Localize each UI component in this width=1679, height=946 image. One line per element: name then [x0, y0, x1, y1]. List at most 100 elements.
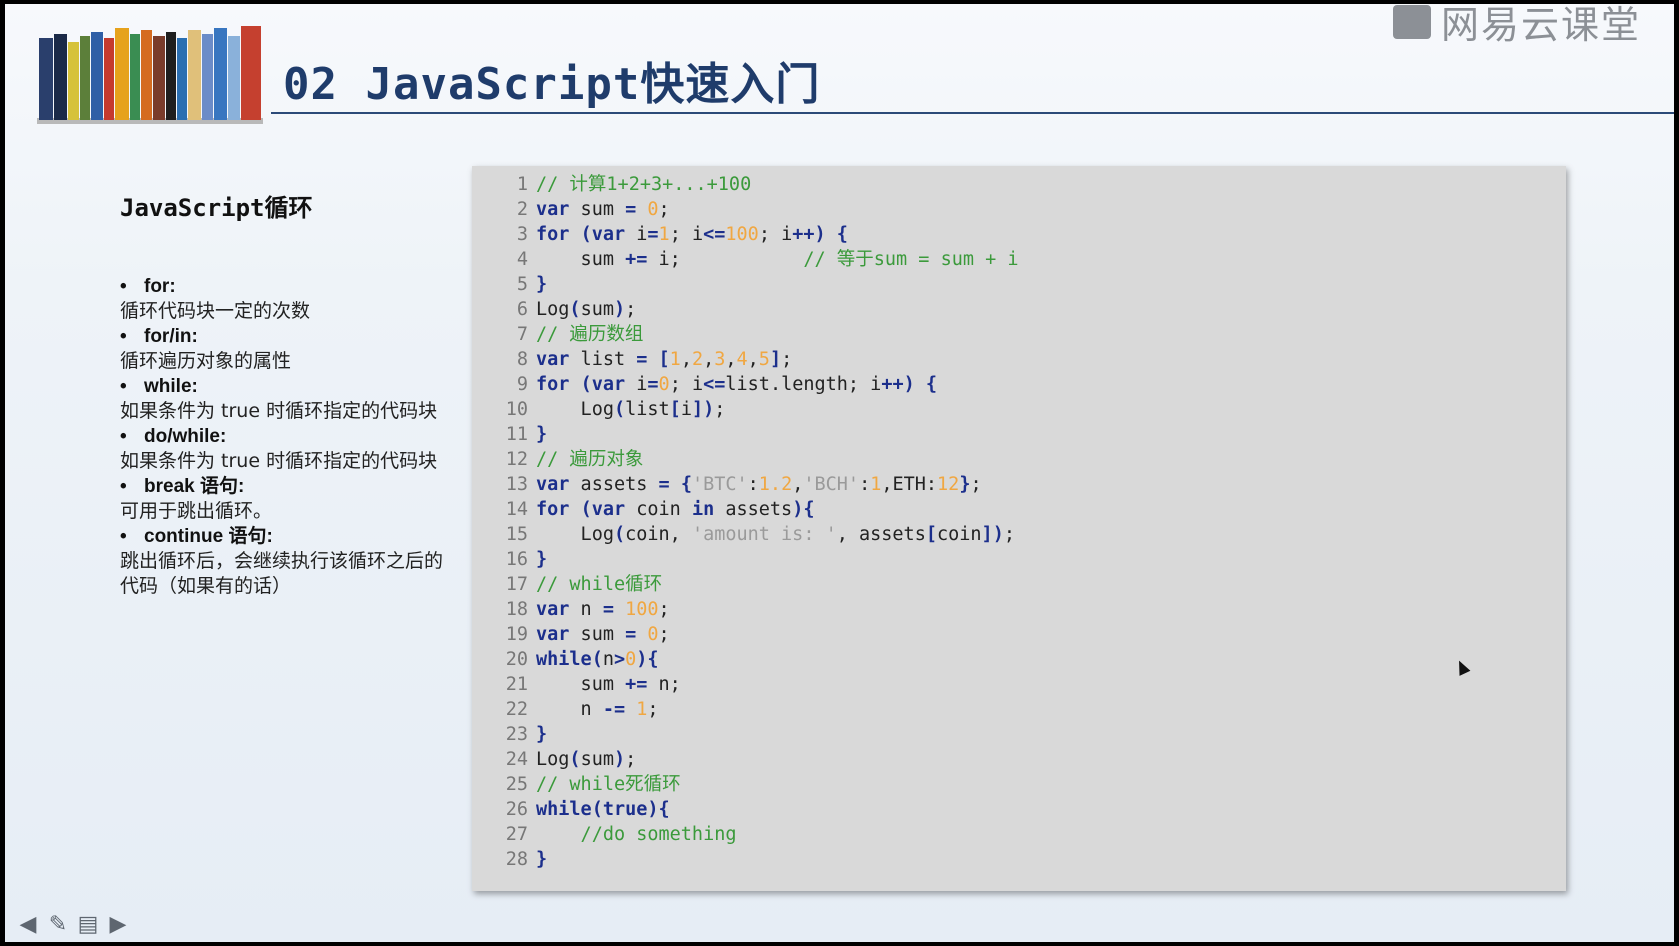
bullet-item: • continue 语句: 跳出循环后，会继续执行该循环之后的代码（如果有的话） — [120, 524, 450, 599]
code-line: 6 Log(sum); — [472, 297, 1566, 322]
code-token: 'amount is: ' — [691, 524, 837, 545]
code-token: sum — [536, 674, 626, 695]
code-token: { — [658, 799, 670, 820]
code-token: ) — [903, 374, 915, 395]
arrow-right-icon[interactable]: ▶ — [105, 914, 131, 936]
code-token: 0 — [647, 199, 659, 220]
bullet-dot-icon: • — [120, 476, 127, 497]
code-token: list — [625, 399, 670, 420]
code-token: ; — [658, 624, 670, 645]
code-line: 28} — [472, 847, 1566, 872]
code-line: 1 // 计算1+2+3+...+100 — [472, 172, 1566, 197]
code-token: = — [625, 199, 637, 220]
code-token: 1.2 — [758, 474, 793, 495]
code-token: Log — [536, 299, 570, 320]
books-logo-image — [37, 26, 263, 124]
code-token: for — [536, 499, 570, 520]
code-token: i — [625, 224, 648, 245]
code-token: ,ETH: — [881, 474, 938, 495]
code-token: <= — [703, 224, 726, 245]
bullet-dot-icon: • — [120, 526, 127, 547]
code-token: { — [647, 649, 659, 670]
code-token: i; — [647, 249, 804, 270]
bullet-heading: • while: — [120, 374, 450, 399]
code-token: coin — [936, 524, 982, 545]
code-token: 3 — [714, 349, 726, 370]
code-line: 7 // 遍历数组 — [472, 322, 1566, 347]
code-line: 9 for (var i=0; i<=list.length; i++) { — [472, 372, 1566, 397]
code-token: 1 — [658, 224, 670, 245]
code-token: sum — [569, 199, 626, 220]
code-token: //do something — [536, 824, 737, 845]
line-number: 26 — [505, 799, 528, 820]
code-token: [ — [658, 349, 670, 370]
code-token: 0 — [658, 374, 670, 395]
video-icon — [1393, 4, 1431, 39]
arrow-left-icon[interactable]: ◀ — [15, 914, 41, 936]
bullet-description: 如果条件为 true 时循环指定的代码块 — [120, 400, 438, 422]
code-token: while — [536, 649, 592, 670]
code-token: , — [725, 349, 737, 370]
code-token: sum — [536, 249, 626, 270]
menu-icon[interactable]: ▤ — [75, 914, 101, 936]
code-token: ; — [1003, 524, 1015, 545]
bullet-dot-icon: • — [120, 376, 127, 397]
code-token: ; — [658, 199, 670, 220]
code-token: ; i — [669, 224, 704, 245]
code-token: Log — [536, 399, 614, 420]
code-line: 22 n -= 1; — [472, 697, 1566, 722]
bullet-dot-icon: • — [120, 426, 127, 447]
line-number: 1 — [516, 174, 528, 195]
code-token: += — [625, 674, 648, 695]
line-number: 22 — [505, 699, 528, 720]
code-token: , assets — [836, 524, 926, 545]
code-token: 5 — [758, 349, 770, 370]
code-token: assets — [714, 499, 793, 520]
code-token: 1 — [870, 474, 882, 495]
code-line: 8 var list = [1,2,3,4,5]; — [472, 347, 1566, 372]
code-token: sum — [580, 299, 614, 320]
code-token: var — [591, 499, 626, 520]
line-number: 20 — [505, 649, 528, 670]
bullet-description: 循环代码块一定的次数 — [120, 300, 311, 322]
line-number: 23 — [505, 724, 528, 745]
code-line: 23} — [472, 722, 1566, 747]
code-token: ) — [647, 799, 659, 820]
code-token: : — [747, 474, 759, 495]
code-token: } — [959, 474, 971, 495]
code-line: 10 Log(list[i]); — [472, 397, 1566, 422]
code-token: 100 — [725, 224, 759, 245]
code-token: 1 — [636, 699, 648, 720]
code-token: , — [703, 349, 715, 370]
code-token: <= — [703, 374, 726, 395]
code-line: 15 Log(coin, 'amount is: ', assets[coin]… — [472, 522, 1566, 547]
pen-icon[interactable]: ✎ — [45, 914, 71, 936]
code-token: ( — [613, 399, 626, 420]
code-token: { — [836, 224, 848, 245]
code-token: // 计算1+2+3+...+100 — [536, 174, 752, 195]
line-number: 6 — [516, 299, 528, 320]
code-token: 'BTC' — [691, 474, 748, 495]
code-token: ; — [658, 599, 670, 620]
section-title: JavaScript循环 — [120, 194, 313, 222]
code-token: { — [803, 499, 815, 520]
code-token: ; — [625, 299, 637, 320]
code-token: ; i — [669, 374, 704, 395]
code-line: 3 for (var i=1; i<=100; i++) { — [472, 222, 1566, 247]
code-token: var — [536, 624, 570, 645]
code-token: = — [647, 374, 659, 395]
slide-nav: ◀ ✎ ▤ ▶ — [15, 914, 131, 936]
code-token: for — [536, 224, 570, 245]
code-token: list.length; i — [725, 374, 882, 395]
bullet-dot-icon: • — [120, 276, 127, 297]
line-number: 17 — [505, 574, 528, 595]
bullet-description: 可用于跳出循环。 — [120, 500, 273, 522]
code-token: } — [536, 724, 548, 745]
code-line: 16} — [472, 547, 1566, 572]
